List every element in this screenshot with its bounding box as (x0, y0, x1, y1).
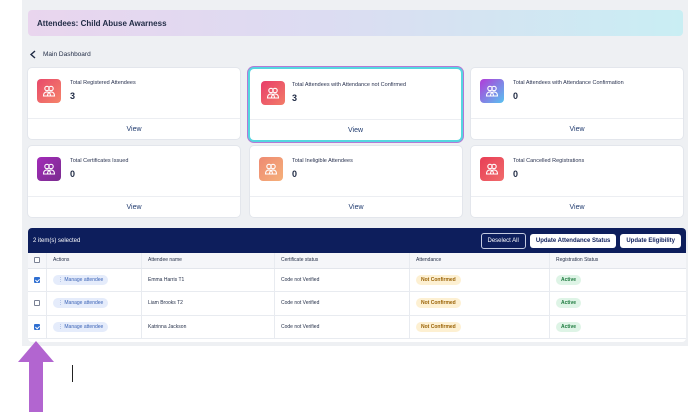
view-link: View (348, 203, 364, 211)
attendee-table-panel: 2 item(s) selected Deselect All Update A… (28, 228, 686, 342)
table-row: ⋮ Manage attendee Katrinna Jackson Code … (28, 315, 686, 339)
update-eligibility-button[interactable]: Update Eligibility (620, 233, 681, 248)
text-cursor (72, 365, 73, 382)
card-title: Total Attendees with Attendance not Conf… (292, 82, 407, 88)
view-button[interactable]: View (250, 196, 462, 217)
bulk-action-bar: 2 item(s) selected Deselect All Update A… (28, 228, 686, 253)
column-header[interactable]: Actions (46, 253, 142, 269)
card-value: 0 (70, 169, 76, 179)
attendee-name: Katrinna Jackson (141, 315, 275, 339)
card-value: 3 (292, 93, 298, 103)
attendance-badge: Not Confirmed (416, 298, 461, 309)
card-value: 0 (292, 169, 298, 179)
view-button[interactable]: View (471, 118, 683, 139)
row-checkbox[interactable] (34, 300, 40, 307)
users-icon (480, 157, 504, 181)
attendance-badge: Not Confirmed (416, 321, 461, 332)
page-title: Attendees: Child Abuse Awarness (37, 18, 167, 28)
registration-badge: Active (556, 321, 582, 332)
column-header[interactable]: Attendee name (141, 253, 275, 269)
view-button[interactable]: View (250, 119, 461, 140)
attendee-table: Actions Attendee name Certificate status… (28, 253, 686, 339)
row-select-cell (28, 315, 47, 339)
view-link: View (569, 125, 585, 133)
back-link-label: Main Dashboard (43, 51, 91, 58)
card-value: 0 (513, 91, 519, 101)
registration-cell: Active (549, 268, 686, 292)
card-title: Total Attendees with Attendance Confirma… (513, 80, 624, 86)
view-button[interactable]: View (471, 196, 683, 217)
chevron-left-icon (27, 49, 38, 60)
table-row: ⋮ Manage attendee Emma Harris T1 Code no… (28, 268, 686, 292)
card-value: 3 (70, 91, 76, 101)
registration-cell: Active (549, 291, 686, 316)
manage-attendee-label: Manage attendee (64, 323, 104, 330)
registration-badge: Active (556, 274, 582, 285)
card-title: Total Certificates Issued (70, 158, 129, 164)
view-button[interactable]: View (28, 196, 240, 217)
attendee-name: Emma Harris T1 (141, 268, 275, 292)
back-link[interactable]: Main Dashboard (27, 49, 91, 60)
row-checkbox[interactable] (34, 276, 40, 283)
row-select-cell (28, 268, 47, 292)
view-link: View (126, 125, 142, 133)
card-attendance-not-confirmed: Total Attendees with Attendance not Conf… (250, 69, 461, 140)
app-window: Attendees: Child Abuse Awarness Main Das… (22, 0, 688, 346)
view-link: View (569, 203, 585, 211)
page-banner: Attendees: Child Abuse Awarness (28, 10, 683, 36)
card-title: Total Cancelled Registrations (513, 158, 585, 164)
view-link: View (347, 126, 364, 134)
card-title: Total Registered Attendees (70, 80, 136, 86)
actions-cell: ⋮ Manage attendee (46, 268, 142, 292)
card-attendance-confirmation: Total Attendees with Attendance Confirma… (471, 68, 683, 139)
attendance-cell: Not Confirmed (409, 291, 550, 316)
select-all-cell (28, 253, 47, 269)
annotation-arrow-up-icon (18, 341, 54, 412)
actions-cell: ⋮ Manage attendee (46, 315, 142, 339)
certificate-status: Code not Verified (274, 268, 410, 292)
attendance-cell: Not Confirmed (409, 268, 550, 292)
attendance-cell: Not Confirmed (409, 315, 550, 339)
column-header[interactable]: Certificate status (274, 253, 410, 269)
manage-attendee-button[interactable]: ⋮ Manage attendee (53, 274, 109, 285)
manage-attendee-label: Manage attendee (64, 300, 104, 307)
actions-cell: ⋮ Manage attendee (46, 291, 142, 316)
certificate-status: Code not Verified (274, 291, 410, 316)
row-checkbox[interactable] (34, 323, 40, 330)
card-title: Total Ineligible Attendees (292, 158, 353, 164)
table-row: ⋮ Manage attendee Liam Brooks T2 Code no… (28, 291, 686, 316)
manage-attendee-label: Manage attendee (64, 276, 104, 283)
select-all-checkbox[interactable] (34, 257, 40, 264)
users-icon (259, 157, 283, 181)
card-cancelled-registrations: Total Cancelled Registrations 0 View (471, 146, 683, 217)
certificate-status: Code not Verified (274, 315, 410, 339)
attendance-badge: Not Confirmed (416, 274, 461, 285)
column-header[interactable]: Attendance (409, 253, 550, 269)
view-link: View (126, 203, 142, 211)
users-icon (37, 157, 61, 181)
row-select-cell (28, 291, 47, 316)
card-ineligible-attendees: Total Ineligible Attendees 0 View (250, 146, 462, 217)
manage-attendee-button[interactable]: ⋮ Manage attendee (53, 298, 109, 309)
users-icon (261, 81, 285, 105)
selection-count: 2 item(s) selected (33, 237, 81, 244)
deselect-all-button[interactable]: Deselect All (480, 232, 526, 249)
users-icon (37, 79, 61, 103)
column-header[interactable]: Registration Status (549, 253, 686, 269)
registration-cell: Active (549, 315, 686, 339)
attendee-name: Liam Brooks T2 (141, 291, 275, 316)
table-header-row: Actions Attendee name Certificate status… (28, 253, 686, 269)
card-total-registered: Total Registered Attendees 3 View (28, 68, 240, 139)
manage-attendee-button[interactable]: ⋮ Manage attendee (53, 321, 109, 332)
view-button[interactable]: View (28, 118, 240, 139)
update-attendance-status-button[interactable]: Update Attendance Status (529, 233, 617, 248)
registration-badge: Active (556, 298, 582, 309)
users-icon (480, 79, 504, 103)
card-value: 0 (513, 169, 519, 179)
card-certificates-issued: Total Certificates Issued 0 View (28, 146, 240, 217)
